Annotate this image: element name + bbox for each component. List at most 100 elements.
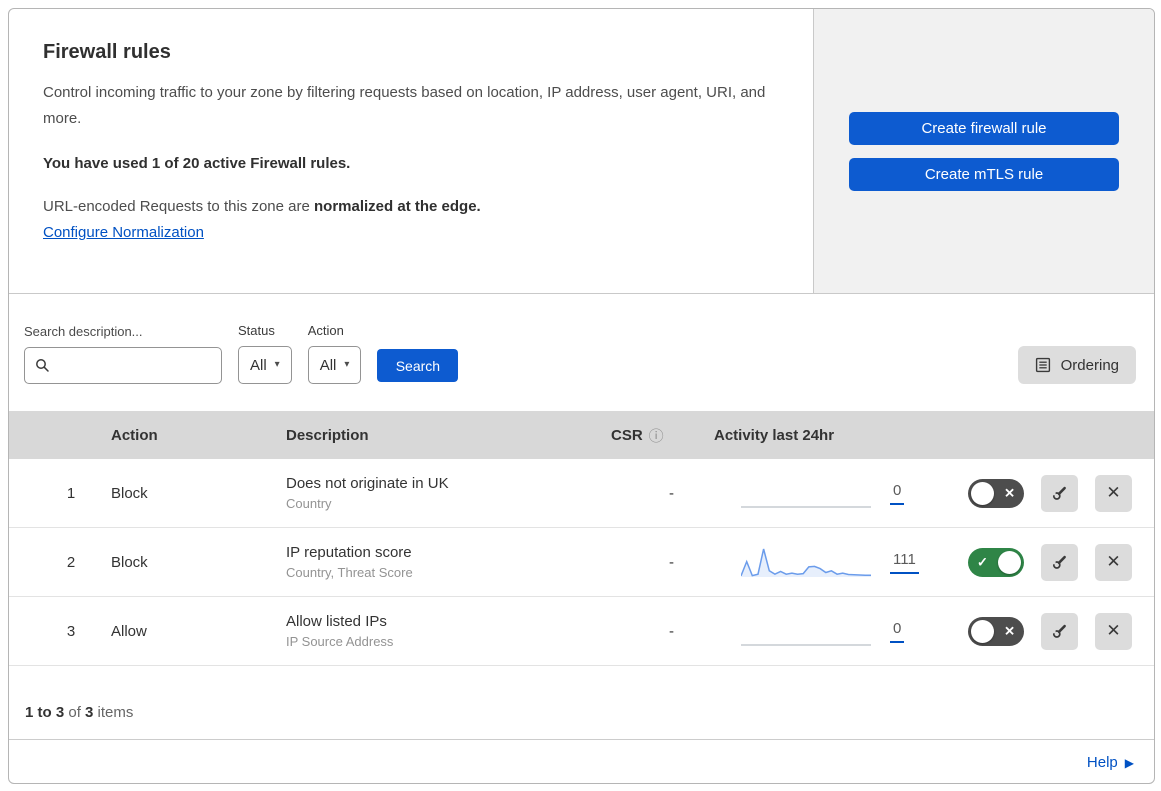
rule-controls: ✓ ✕ ✕	[929, 612, 1154, 650]
rule-enabled-toggle[interactable]: ✓ ✕	[968, 616, 1024, 646]
toggle-knob	[971, 481, 994, 505]
search-label: Search description...	[24, 324, 143, 339]
rule-description: Does not originate in UK Country	[286, 475, 611, 511]
action-selected-value: All	[319, 356, 337, 374]
activity-sparkline	[741, 506, 871, 508]
delete-rule-button[interactable]: ✕	[1095, 474, 1132, 512]
table-row: 1 Block Does not originate in UK Country…	[9, 459, 1154, 528]
pagination-of: of	[64, 704, 86, 721]
edit-rule-button[interactable]	[1041, 543, 1078, 581]
create-firewall-rule-button[interactable]: Create firewall rule	[849, 111, 1119, 145]
page-description: Control incoming traffic to your zone by…	[43, 84, 766, 128]
rule-action: Allow	[111, 622, 147, 640]
rule-activity-cell: 111	[706, 544, 929, 580]
close-icon: ✕	[1106, 552, 1121, 571]
rule-activity-cell: 0	[706, 613, 929, 649]
pagination: 1 to 3 of 3 items	[9, 666, 1154, 740]
header-text-block: Firewall rules Control incoming traffic …	[9, 9, 813, 293]
rule-enabled-toggle[interactable]: ✓ ✕	[968, 547, 1024, 577]
rule-priority: 2	[66, 553, 76, 571]
rule-controls: ✓ ✕ ✕	[929, 474, 1154, 512]
wrench-icon	[1051, 624, 1066, 638]
close-icon: ✕	[1004, 623, 1015, 639]
csr-column-header: CSR ⓘ	[611, 425, 664, 446]
pagination-items: items	[93, 704, 134, 721]
rule-action: Block	[111, 484, 148, 502]
search-input[interactable]	[58, 356, 211, 375]
status-selected-value: All	[250, 356, 267, 374]
normalization-prefix: URL-encoded Requests to this zone are	[43, 197, 314, 215]
ordering-icon	[1035, 357, 1050, 373]
close-icon: ✕	[1004, 485, 1015, 501]
action-select[interactable]: All ▾	[307, 346, 362, 384]
pagination-range: 1 to 3	[25, 704, 65, 721]
rule-csr-value: -	[669, 484, 674, 502]
rule-description: IP reputation score Country, Threat Scor…	[286, 544, 611, 580]
table-row: 3 Allow Allow listed IPs IP Source Addre…	[9, 597, 1154, 666]
action-field: Action All ▾	[307, 323, 362, 384]
close-icon: ✕	[1106, 621, 1121, 640]
rule-title: Allow listed IPs	[286, 613, 387, 630]
firewall-rules-card: Firewall rules Control incoming traffic …	[8, 8, 1155, 784]
check-icon: ✓	[977, 554, 988, 570]
activity-count-link[interactable]: 0	[890, 620, 905, 643]
page: Firewall rules Control incoming traffic …	[0, 0, 1161, 791]
rule-subtitle: IP Source Address	[286, 634, 394, 649]
action-column-header: Action	[111, 426, 158, 444]
rule-description: Allow listed IPs IP Source Address	[286, 613, 611, 649]
wrench-icon	[1051, 555, 1066, 569]
header-section: Firewall rules Control incoming traffic …	[9, 9, 1154, 294]
configure-normalization-link[interactable]: Configure Normalization	[43, 224, 204, 241]
help-link[interactable]: Help ▶	[1087, 754, 1134, 771]
filter-bar: Search description... Status All ▾ Actio…	[9, 294, 1154, 411]
rule-csr-value: -	[669, 553, 674, 571]
action-label: Action	[307, 323, 344, 338]
activity-count-link[interactable]: 0	[890, 482, 905, 505]
info-icon[interactable]: ⓘ	[649, 425, 664, 446]
rules-table: Action Description CSR ⓘ Activity last 2…	[9, 411, 1154, 666]
page-title: Firewall rules	[43, 41, 171, 63]
rule-title: Does not originate in UK	[286, 475, 449, 492]
activity-column-header: Activity last 24hr	[714, 426, 835, 444]
normalization-bold: normalized at the edge.	[314, 197, 481, 215]
activity-count-link[interactable]: 111	[890, 551, 919, 574]
search-button[interactable]: Search	[377, 349, 459, 382]
close-icon: ✕	[1106, 483, 1121, 502]
rule-activity-cell: 0	[706, 475, 929, 511]
create-mtls-rule-button[interactable]: Create mTLS rule	[849, 157, 1119, 191]
help-bar: Help ▶	[9, 740, 1154, 783]
rule-controls: ✓ ✕ ✕	[929, 543, 1154, 581]
activity-sparkline	[741, 644, 871, 646]
usage-notice: You have used 1 of 20 active Firewall ru…	[43, 154, 351, 172]
edit-rule-button[interactable]	[1041, 474, 1078, 512]
rule-priority: 3	[66, 622, 76, 640]
filter-controls: Search description... Status All ▾ Actio…	[24, 323, 459, 384]
status-label: Status	[238, 323, 275, 338]
status-field: Status All ▾	[238, 323, 292, 384]
rule-title: IP reputation score	[286, 544, 412, 561]
table-row: 2 Block IP reputation score Country, Thr…	[9, 528, 1154, 597]
normalization-notice: URL-encoded Requests to this zone are no…	[43, 198, 773, 215]
edit-rule-button[interactable]	[1041, 612, 1078, 650]
delete-rule-button[interactable]: ✕	[1095, 612, 1132, 650]
description-column-header: Description	[286, 426, 369, 444]
arrow-right-icon: ▶	[1124, 755, 1134, 770]
ordering-button[interactable]: Ordering	[1017, 346, 1136, 384]
ordering-button-label: Ordering	[1060, 356, 1119, 374]
activity-sparkline	[741, 548, 871, 577]
rule-action: Block	[111, 553, 148, 571]
actions-panel: Create firewall rule Create mTLS rule	[813, 9, 1154, 293]
toggle-knob	[971, 619, 994, 643]
wrench-icon	[1051, 486, 1066, 500]
help-link-label: Help	[1086, 754, 1118, 771]
chevron-down-icon: ▾	[344, 359, 350, 370]
table-header-row: Action Description CSR ⓘ Activity last 2…	[9, 411, 1154, 459]
toggle-knob	[998, 550, 1021, 574]
rule-subtitle: Country	[286, 496, 332, 511]
status-select[interactable]: All ▾	[238, 346, 292, 384]
rule-csr-value: -	[669, 622, 674, 640]
search-field: Search description...	[24, 324, 222, 384]
delete-rule-button[interactable]: ✕	[1095, 543, 1132, 581]
rule-enabled-toggle[interactable]: ✓ ✕	[968, 478, 1024, 508]
search-input-wrap	[24, 347, 222, 384]
